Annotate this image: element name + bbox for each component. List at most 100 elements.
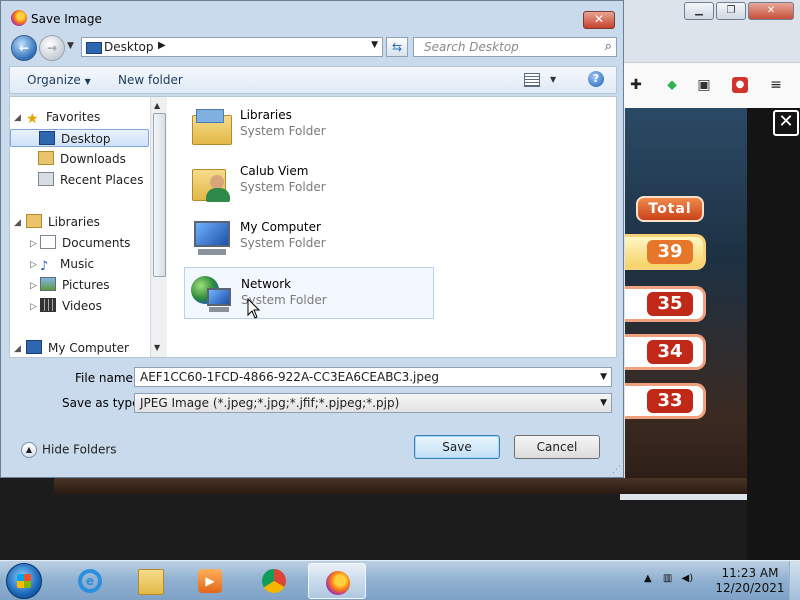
expand-icon[interactable]: ▷ — [30, 239, 37, 249]
internet-explorer-icon: e — [78, 569, 102, 593]
scroll-up-icon[interactable]: ▲ — [154, 101, 160, 110]
scrollbar-thumb[interactable] — [153, 113, 166, 277]
expand-icon[interactable]: ▷ — [30, 281, 37, 291]
taskbar-explorer[interactable] — [128, 563, 172, 599]
back-button[interactable]: ← — [11, 35, 37, 61]
save-type-value: JPEG Image (*.jpeg;*.jpg;*.jfif;*.pjpeg;… — [140, 396, 400, 410]
network-tray-icon[interactable]: ▥ — [663, 573, 672, 584]
save-type-select[interactable]: JPEG Image (*.jpeg;*.jpg;*.jfif;*.pjpeg;… — [134, 393, 612, 413]
view-options-icon[interactable] — [524, 73, 540, 87]
new-folder-button[interactable]: New folder — [118, 73, 183, 87]
breadcrumb-arrow-icon[interactable]: ▶ — [158, 40, 166, 51]
nav-music[interactable]: ♪ Music — [40, 255, 94, 274]
pictures-icon — [40, 277, 56, 291]
expand-icon[interactable]: ▷ — [30, 260, 37, 270]
scroll-down-icon[interactable]: ▼ — [154, 343, 160, 352]
nav-videos-label: Videos — [62, 299, 102, 313]
collapse-icon[interactable]: ◢ — [14, 344, 21, 354]
cancel-button[interactable]: Cancel — [514, 435, 600, 459]
search-icon[interactable]: ⌕ — [605, 39, 612, 54]
list-item[interactable]: Network System Folder — [184, 267, 434, 319]
item-type: System Folder — [240, 236, 326, 250]
close-viewer-icon[interactable]: ✕ — [773, 110, 799, 136]
videos-icon — [40, 298, 56, 312]
command-bar: Organize ▼ New folder ▼ ? — [9, 66, 617, 94]
nav-desktop-label: Desktop — [61, 132, 111, 146]
search-placeholder: Search Desktop — [424, 40, 519, 54]
taskbar-media-player[interactable]: ▶ — [188, 563, 232, 599]
recent-locations-chevron-icon[interactable]: ▼ — [67, 41, 74, 51]
recent-places-icon — [38, 172, 54, 186]
list-item[interactable]: Calub Viem System Folder — [184, 155, 434, 207]
print-icon[interactable]: ▣ — [696, 77, 712, 93]
navigation-scrollbar[interactable]: ▲ ▼ — [150, 97, 167, 357]
chevron-up-icon: ▲ — [21, 442, 37, 458]
game-bottom-strip — [54, 478, 747, 494]
nav-desktop[interactable]: Desktop — [10, 129, 149, 147]
chevron-down-icon: ▼ — [84, 77, 91, 86]
collapse-icon[interactable]: ◢ — [14, 218, 21, 228]
collapse-icon[interactable]: ◢ — [14, 113, 21, 123]
list-item[interactable]: Libraries System Folder — [184, 99, 434, 151]
resize-grip-icon[interactable]: ⋰ — [612, 465, 621, 475]
hide-folders-button[interactable]: ▲ Hide Folders — [21, 442, 117, 458]
computer-icon — [26, 340, 42, 354]
expand-icon[interactable]: ▷ — [30, 302, 37, 312]
clock[interactable]: 11:23 AM 12/20/2021 — [712, 566, 788, 596]
save-image-dialog: Save Image ✕ ← → ▼ Desktop ▶ ▼ ⇆ Search … — [0, 0, 624, 478]
score-row: 35 — [625, 286, 706, 322]
volume-icon[interactable]: ◀) — [682, 573, 694, 584]
file-name-dropdown-icon[interactable]: ▼ — [600, 368, 607, 386]
search-input[interactable]: Search Desktop ⌕ — [413, 37, 617, 57]
save-button[interactable]: Save — [414, 435, 500, 459]
save-type-dropdown-icon[interactable]: ▼ — [600, 394, 607, 412]
list-item[interactable]: My Computer System Folder — [184, 211, 434, 263]
nav-my-computer-label: My Computer — [48, 341, 129, 355]
show-desktop-button[interactable] — [789, 561, 800, 600]
taskbar-internet-explorer[interactable]: e — [68, 563, 112, 599]
system-tray: ▲ ▥ ◀) — [644, 573, 693, 584]
start-button[interactable] — [6, 563, 42, 599]
dialog-close-button[interactable]: ✕ — [583, 11, 615, 29]
score-value: 39 — [647, 240, 693, 264]
nav-my-computer[interactable]: My Computer — [26, 339, 129, 357]
taskbar-chrome[interactable] — [252, 563, 296, 599]
address-dropdown-icon[interactable]: ▼ — [371, 40, 378, 50]
libraries-icon — [26, 214, 42, 228]
show-hidden-icons-icon[interactable]: ▲ — [644, 573, 652, 584]
music-icon: ♪ — [40, 259, 49, 274]
address-bar[interactable]: Desktop ▶ ▼ — [81, 37, 383, 57]
file-name-field[interactable]: AEF1CC60-1FCD-4866-922A-CC3EA6CEABC3.jpe… — [134, 367, 612, 387]
score-row: 39 — [625, 234, 706, 270]
clock-time: 11:23 AM — [721, 566, 779, 580]
record-icon[interactable]: ● — [732, 77, 748, 93]
organize-label: Organize — [27, 73, 81, 87]
forward-button[interactable]: → — [39, 35, 65, 61]
organize-button[interactable]: Organize ▼ — [27, 73, 91, 87]
dialog-titlebar[interactable]: Save Image ✕ — [1, 1, 623, 31]
nav-favorites-label: Favorites — [46, 110, 101, 124]
nav-pictures[interactable]: Pictures — [40, 276, 110, 294]
extensions-icon[interactable]: ✚ — [628, 77, 644, 93]
viewer-sidebar — [747, 108, 800, 560]
firefox-icon — [326, 571, 350, 595]
nav-favorites[interactable]: ★ Favorites — [26, 108, 101, 127]
nav-documents[interactable]: Documents — [40, 234, 130, 252]
help-icon[interactable]: ? — [588, 71, 604, 87]
nav-videos[interactable]: Videos — [40, 297, 102, 315]
nav-downloads[interactable]: Downloads — [38, 150, 126, 168]
browser-window-controls: ▁ ❐ ✕ — [684, 2, 794, 20]
nav-libraries[interactable]: Libraries — [26, 213, 100, 231]
chrome-icon — [262, 569, 286, 593]
nav-recent-places[interactable]: Recent Places — [38, 171, 143, 189]
browser-close-button[interactable]: ✕ — [748, 2, 794, 20]
minimize-button[interactable]: ▁ — [684, 2, 714, 20]
refresh-button[interactable]: ⇆ — [386, 37, 408, 57]
maximize-button[interactable]: ❐ — [716, 2, 746, 20]
view-dropdown-icon[interactable]: ▼ — [550, 75, 556, 84]
dialog-title: Save Image — [31, 12, 102, 26]
menu-icon[interactable]: ≡ — [768, 77, 784, 93]
taskbar-firefox[interactable] — [308, 563, 366, 599]
nav-libraries-label: Libraries — [48, 215, 100, 229]
vpn-icon[interactable]: ⬥ — [664, 77, 680, 93]
